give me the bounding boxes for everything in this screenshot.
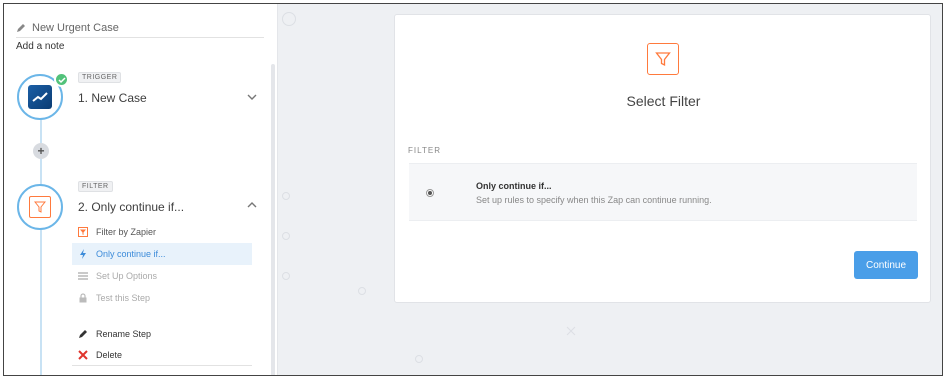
sub-item-label: Set Up Options (96, 271, 158, 281)
filter-step-icon[interactable] (17, 184, 63, 230)
sub-item-label: Only continue if... (96, 249, 166, 259)
select-filter-card: Select Filter FILTER Only continue if...… (394, 14, 931, 303)
filter-icon (78, 227, 88, 237)
radio-selected-dot (428, 191, 432, 195)
sub-item-only-continue-if[interactable]: Only continue if... (72, 243, 252, 265)
sub-item-set-up-options[interactable]: Set Up Options (72, 265, 252, 287)
trigger-tag: TRIGGER (78, 72, 122, 83)
continue-button[interactable]: Continue (854, 251, 918, 279)
canvas-decoration (358, 287, 366, 295)
canvas-decoration (282, 232, 290, 240)
close-icon (78, 350, 88, 360)
canvas-decoration (415, 355, 423, 363)
delete-step-button[interactable]: Delete (72, 344, 252, 366)
delete-step-label: Delete (96, 350, 123, 360)
canvas-decoration (282, 192, 290, 200)
option-title: Only continue if... (476, 181, 552, 191)
zap-title-text: New Urgent Case (32, 21, 119, 34)
rename-step-button[interactable]: Rename Step (72, 323, 252, 345)
canvas-decoration (282, 12, 296, 26)
add-step-button[interactable]: + (33, 143, 49, 159)
filter-icon (29, 196, 51, 218)
filter-tag: FILTER (78, 181, 113, 192)
sub-item-label: Filter by Zapier (96, 227, 157, 237)
chevron-up-icon[interactable] (246, 199, 258, 211)
steps-sidebar: New Urgent Case Add a note TRIGGER 1. Ne… (4, 4, 278, 375)
filter-step-name[interactable]: 2. Only continue if... (78, 200, 184, 214)
lock-icon (78, 293, 88, 303)
zap-title-field[interactable]: New Urgent Case (16, 18, 264, 38)
add-note-link[interactable]: Add a note (16, 41, 64, 52)
pencil-icon (17, 23, 25, 32)
rename-step-label: Rename Step (96, 329, 152, 339)
sidebar-scrollbar[interactable] (271, 64, 275, 375)
chevron-down-icon[interactable] (246, 91, 258, 103)
option-radio[interactable] (426, 189, 434, 197)
trigger-step-name[interactable]: 1. New Case (78, 91, 147, 105)
canvas-decoration (566, 326, 576, 336)
section-label: FILTER (408, 146, 441, 155)
option-description: Set up rules to specify when this Zap ca… (476, 195, 712, 205)
pencil-icon (78, 329, 88, 339)
sub-item-test-this-step[interactable]: Test this Step (72, 287, 252, 309)
filter-icon (647, 43, 679, 75)
list-icon (78, 271, 88, 281)
canvas-decoration (282, 272, 290, 280)
divider (72, 365, 252, 366)
sub-item-label: Test this Step (96, 293, 151, 303)
card-title: Select Filter (626, 93, 701, 109)
check-icon (54, 72, 69, 87)
app-frame: New Urgent Case Add a note TRIGGER 1. Ne… (3, 3, 943, 376)
filter-option-row[interactable]: Only continue if... Set up rules to spec… (409, 163, 917, 221)
salesforce-logo-icon (28, 85, 52, 109)
bolt-icon (78, 249, 88, 259)
sub-item-filter-by-zapier[interactable]: Filter by Zapier (72, 221, 252, 243)
